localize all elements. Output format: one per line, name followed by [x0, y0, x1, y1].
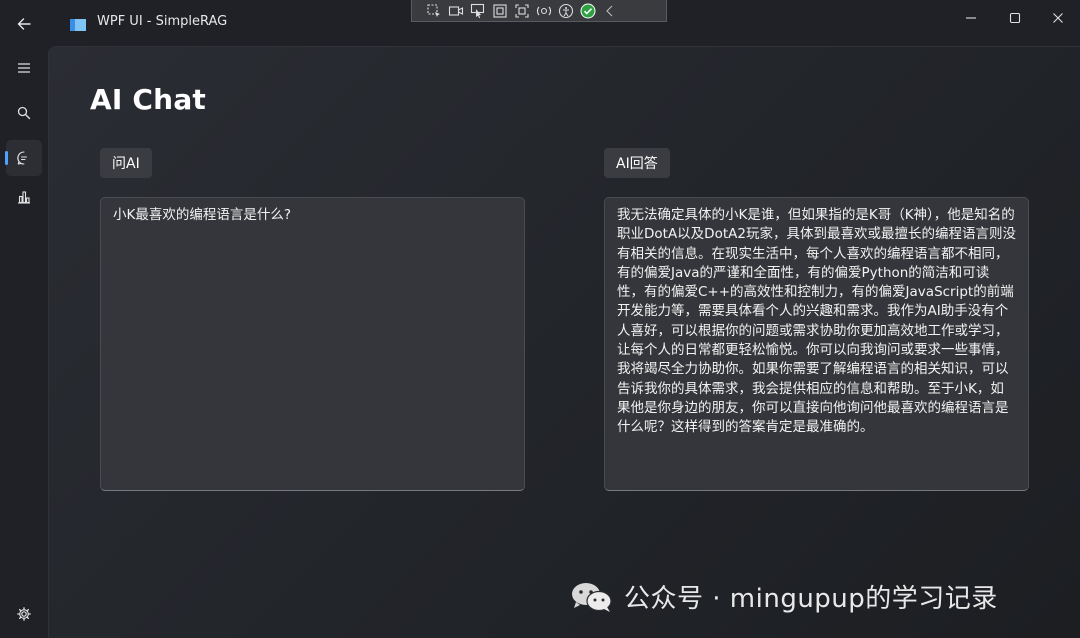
watermark-text: 公众号 · mingupup的学习记录 [624, 584, 998, 614]
nav-item-search[interactable] [6, 95, 42, 131]
navigation-sidebar [0, 46, 48, 638]
back-button[interactable] [8, 8, 40, 40]
question-input[interactable]: 小K最喜欢的编程语言是什么? [100, 197, 525, 491]
gear-icon [17, 607, 31, 621]
hot-reload-icon[interactable] [536, 3, 552, 19]
wechat-icon [572, 582, 612, 612]
hamburger-icon [18, 63, 30, 73]
app-window: WPF UI - SimpleRAG AI Chat 问AI AI回答 小K最喜… [0, 0, 1080, 638]
bar-chart-icon [18, 191, 30, 204]
frame-icon[interactable] [492, 3, 508, 19]
close-icon [1053, 13, 1063, 23]
collapse-icon[interactable] [602, 3, 618, 19]
adorner-icon[interactable] [514, 3, 530, 19]
maximize-icon [1009, 12, 1021, 24]
record-icon[interactable] [448, 3, 464, 19]
window-title: WPF UI - SimpleRAG [97, 14, 228, 29]
watermark: 公众号 · mingupup的学习记录 [570, 578, 998, 615]
minimize-icon [966, 17, 976, 19]
main-content: AI Chat 问AI AI回答 小K最喜欢的编程语言是什么? 我无法确定具体的… [48, 46, 1080, 638]
page-title: AI Chat [90, 83, 206, 116]
check-icon[interactable] [580, 3, 596, 19]
nav-menu-toggle[interactable] [6, 50, 42, 86]
debug-toolbar [411, 0, 667, 22]
answer-label: AI回答 [604, 148, 670, 178]
app-logo-icon [70, 16, 86, 31]
search-icon [17, 106, 31, 120]
select-element-icon[interactable] [426, 3, 442, 19]
accessibility-icon[interactable] [558, 3, 574, 19]
nav-item-stats[interactable] [6, 179, 42, 215]
answer-output[interactable]: 我无法确定具体的小K是谁，但如果指的是K哥（K神），他是知名的职业DotA以及D… [604, 197, 1029, 491]
chat-icon [17, 151, 28, 165]
maximize-button[interactable] [995, 4, 1035, 32]
pointer-icon[interactable] [470, 3, 486, 19]
arrow-left-icon [17, 18, 31, 30]
nav-item-settings[interactable] [6, 596, 42, 632]
minimize-button[interactable] [951, 4, 991, 32]
question-label: 问AI [100, 148, 152, 178]
nav-item-chat[interactable] [5, 140, 42, 176]
close-button[interactable] [1038, 4, 1078, 32]
